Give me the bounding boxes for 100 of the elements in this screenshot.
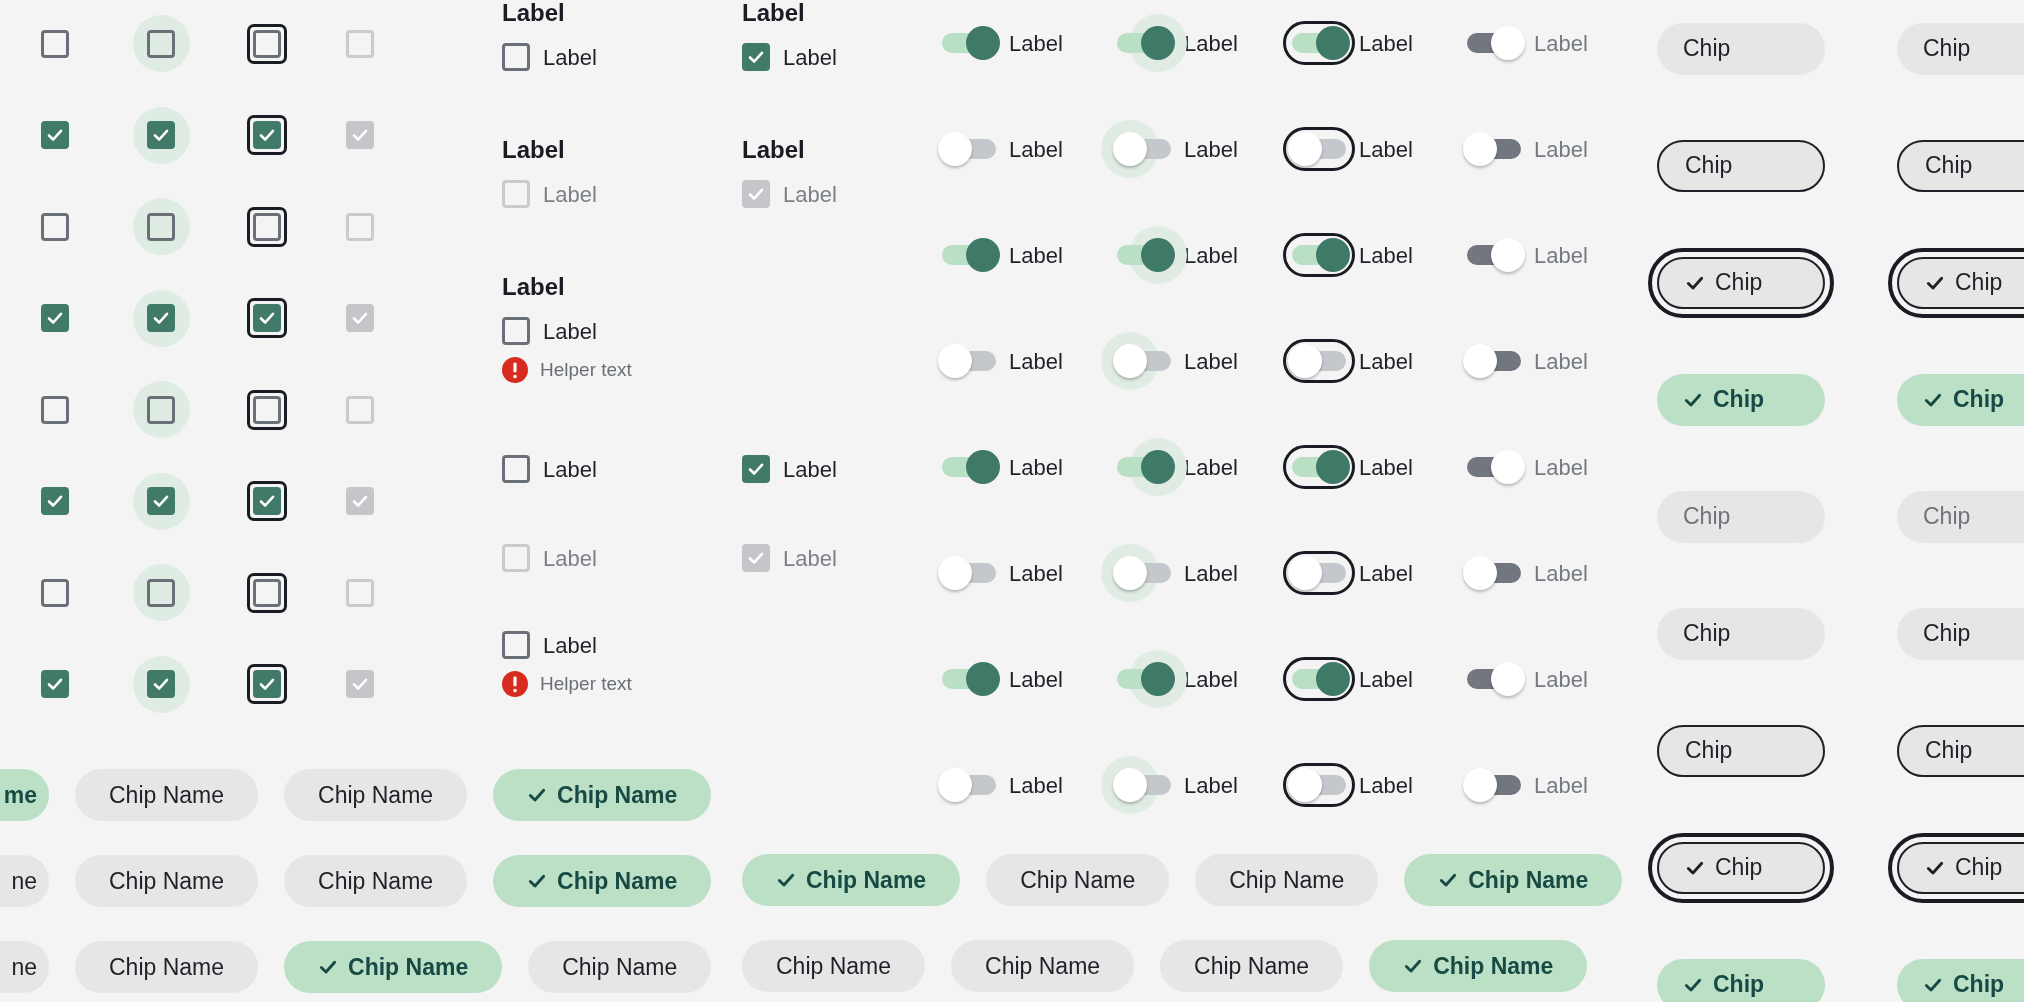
toggle-switch[interactable] <box>1283 127 1355 171</box>
toggle-switch[interactable] <box>1283 233 1355 277</box>
checkbox[interactable] <box>41 578 69 607</box>
chip[interactable]: Chip Name <box>284 769 468 821</box>
chip[interactable]: Chip <box>1897 22 2024 75</box>
chip[interactable]: Chip Name <box>75 855 259 907</box>
toggle-switch[interactable] <box>1283 551 1355 595</box>
toggle-label: Label <box>1184 559 1238 588</box>
chip[interactable]: Chip Name <box>284 855 468 907</box>
checkbox[interactable] <box>247 298 287 339</box>
toggle-label: Label <box>1184 453 1238 482</box>
chip[interactable]: Chip Name <box>986 854 1170 906</box>
chip[interactable]: Chip <box>1657 22 1825 75</box>
field-heading: Label <box>502 0 566 28</box>
toggle-label: Label <box>1359 453 1413 482</box>
checkbox[interactable] <box>742 455 770 483</box>
chip[interactable]: Chip <box>1897 958 2024 1002</box>
chip[interactable]: Chip <box>1648 247 1834 318</box>
toggle-label: Label <box>1534 241 1588 270</box>
chip[interactable]: Chip Name <box>528 941 712 993</box>
error-icon <box>502 671 528 697</box>
toggle-label: Label <box>1359 559 1413 588</box>
checkbox[interactable] <box>41 487 69 516</box>
checkbox-label: Label <box>543 631 597 660</box>
field-heading: Label <box>502 272 566 302</box>
checkbox[interactable] <box>41 121 69 150</box>
checkbox-label: Label <box>783 43 837 72</box>
error-icon <box>502 357 528 383</box>
toggle-label: Label <box>1534 29 1588 58</box>
checkbox-label: Label <box>543 455 597 484</box>
checkbox[interactable] <box>502 455 530 483</box>
toggle-label: Label <box>1184 29 1238 58</box>
chip[interactable]: Chip <box>1657 607 1825 660</box>
checkbox[interactable] <box>742 43 770 71</box>
chip[interactable]: Chip <box>1657 139 1825 192</box>
chip[interactable]: Chip <box>1888 247 2024 318</box>
toggle-label: Label <box>1009 29 1063 58</box>
toggle-switch[interactable] <box>1283 21 1355 65</box>
toggle-label: Label <box>1009 453 1063 482</box>
chip[interactable]: Chip <box>1897 373 2024 426</box>
checkbox[interactable] <box>247 23 287 64</box>
chip[interactable]: Chip Name <box>1369 940 1588 992</box>
toggle-label: Label <box>1009 135 1063 164</box>
toggle-label: Label <box>1184 771 1238 800</box>
chip[interactable]: Chip <box>1657 724 1825 777</box>
toggle-label: Label <box>1184 665 1238 694</box>
toggle-label: Label <box>1534 559 1588 588</box>
chip[interactable]: ne <box>0 855 49 907</box>
chip[interactable]: me <box>0 769 49 821</box>
toggle-label: Label <box>1534 771 1588 800</box>
checkbox[interactable] <box>247 206 287 247</box>
toggle-switch[interactable] <box>1283 445 1355 489</box>
chip[interactable]: Chip <box>1897 139 2024 192</box>
toggle-switch[interactable] <box>1283 657 1355 701</box>
checkbox[interactable] <box>41 29 69 58</box>
chip[interactable]: Chip Name <box>493 855 712 907</box>
chip[interactable]: Chip <box>1897 724 2024 777</box>
checkbox-label: Label <box>783 180 837 209</box>
checkbox[interactable] <box>41 304 69 333</box>
checkbox[interactable] <box>502 43 530 71</box>
checkbox[interactable] <box>502 317 530 345</box>
toggle-label: Label <box>1184 347 1238 376</box>
chip[interactable]: Chip <box>1888 832 2024 903</box>
toggle-label: Label <box>1009 241 1063 270</box>
checkbox[interactable] <box>247 481 287 522</box>
chip[interactable]: Chip Name <box>1195 854 1379 906</box>
field-heading: Label <box>742 0 806 28</box>
chip[interactable]: Chip Name <box>1160 940 1344 992</box>
toggle-label: Label <box>1534 347 1588 376</box>
toggle-label: Label <box>1534 135 1588 164</box>
chip[interactable]: Chip Name <box>951 940 1135 992</box>
chip[interactable]: Chip <box>1657 958 1825 1002</box>
checkbox[interactable] <box>41 670 69 699</box>
checkbox[interactable] <box>247 389 287 430</box>
chip[interactable]: Chip Name <box>742 854 961 906</box>
checkbox[interactable] <box>41 395 69 424</box>
chip[interactable]: Chip Name <box>1404 854 1623 906</box>
chip[interactable]: Chip Name <box>75 769 259 821</box>
chip[interactable]: Chip <box>1897 607 2024 660</box>
toggle-switch[interactable] <box>1283 339 1355 383</box>
helper-text: Helper text <box>540 357 632 382</box>
checkbox[interactable] <box>41 212 69 241</box>
checkbox[interactable] <box>247 664 287 705</box>
chip[interactable]: Chip Name <box>742 940 926 992</box>
chip[interactable]: Chip Name <box>493 769 712 821</box>
toggle-switch[interactable] <box>1283 763 1355 807</box>
checkbox-label: Label <box>543 317 597 346</box>
chip[interactable]: Chip Name <box>75 941 259 993</box>
chip[interactable]: Chip <box>1897 490 2024 543</box>
chip[interactable]: Chip <box>1657 373 1825 426</box>
toggle-label: Label <box>1009 665 1063 694</box>
chip[interactable]: Chip <box>1657 490 1825 543</box>
checkbox-label: Label <box>783 455 837 484</box>
toggle-label: Label <box>1184 135 1238 164</box>
checkbox[interactable] <box>247 572 287 613</box>
chip[interactable]: ne <box>0 941 49 993</box>
chip[interactable]: Chip <box>1648 832 1834 903</box>
checkbox[interactable] <box>247 115 287 156</box>
checkbox[interactable] <box>502 631 530 659</box>
chip[interactable]: Chip Name <box>284 941 503 993</box>
